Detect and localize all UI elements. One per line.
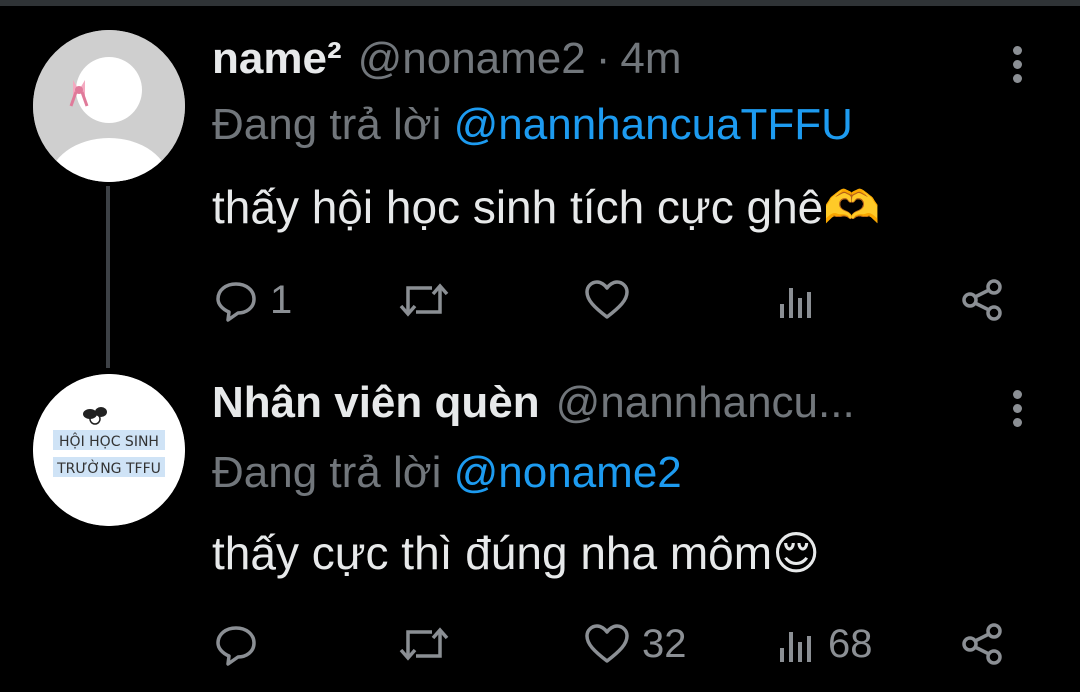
share-button[interactable] (960, 614, 1004, 674)
tweet-header: Nhân viên quèn @nannhancu... (212, 378, 855, 440)
replying-to-label: Đang trả lời (212, 448, 442, 497)
reply-button[interactable]: 1 (214, 270, 292, 330)
like-button[interactable]: 32 (584, 614, 687, 674)
replying-to-label: Đang trả lời (212, 100, 442, 149)
avatar[interactable] (33, 30, 185, 182)
separator-dot: · (595, 34, 611, 83)
retweet-button[interactable] (398, 270, 462, 330)
tweet-header: name² @noname2 · 4m (212, 34, 682, 96)
user-handle[interactable]: @nannhancu... (556, 378, 855, 428)
reply-button[interactable] (214, 614, 270, 674)
retweet-icon (399, 627, 449, 661)
like-button[interactable] (584, 270, 642, 330)
views-button[interactable]: 68 (776, 614, 873, 674)
display-name[interactable]: Nhân viên quèn (212, 378, 540, 428)
mention-link[interactable]: @noname2 (454, 448, 682, 497)
reply-icon (216, 626, 256, 666)
avatar[interactable]: HỘI HỌC SINH TRƯỜNG TFFU (33, 374, 185, 526)
replying-to: Đang trả lời @nannhancuaTFFU (212, 100, 853, 150)
reply-count: 1 (270, 277, 293, 322)
retweet-icon (399, 283, 449, 317)
retweet-button[interactable] (398, 614, 462, 674)
avatar-image: HỘI HỌC SINH TRƯỜNG TFFU (33, 374, 185, 526)
like-count: 32 (642, 621, 687, 666)
more-options-button[interactable] (1006, 390, 1028, 434)
share-icon (962, 623, 1002, 665)
like-icon (585, 624, 629, 663)
share-button[interactable] (960, 270, 1004, 330)
default-avatar-icon (33, 30, 185, 182)
display-name[interactable]: name² (212, 34, 342, 84)
share-icon (962, 279, 1002, 321)
relieved-face-emoji: 😌 (772, 527, 821, 579)
mention-link[interactable]: @nannhancuaTFFU (454, 100, 853, 149)
views-button[interactable] (776, 270, 828, 330)
tweet-1[interactable]: name² @noname2 · 4m Đang trả lời @nannha… (0, 0, 1080, 360)
tweet-text: thấy cực thì đúng nha môm😌 (212, 526, 820, 580)
tweet-2[interactable]: HỘI HỌC SINH TRƯỜNG TFFU Nhân viên quèn … (0, 360, 1080, 692)
views-icon (780, 632, 811, 662)
action-bar: 32 68 (0, 614, 1080, 674)
like-icon (585, 280, 629, 319)
thread-connector (106, 186, 110, 368)
timestamp[interactable]: 4m (620, 34, 681, 84)
action-bar: 1 (0, 270, 1080, 330)
avatar-text-line-2: TRƯỜNG TFFU (56, 459, 161, 477)
reply-icon (216, 282, 256, 322)
tweet-text: thấy hội học sinh tích cực ghê🫶 (212, 180, 881, 235)
replying-to: Đang trả lời @noname2 (212, 448, 682, 498)
tweet-text-content: thấy hội học sinh tích cực ghê (212, 181, 824, 233)
more-options-button[interactable] (1006, 46, 1028, 90)
user-handle[interactable]: @noname2 (358, 34, 586, 84)
views-icon (780, 288, 811, 318)
more-icon (1012, 390, 1022, 399)
avatar-text-line-1: HỘI HỌC SINH (59, 432, 159, 450)
views-count: 68 (828, 621, 873, 666)
more-icon (1012, 46, 1022, 55)
tweet-text-content: thấy cực thì đúng nha môm (212, 527, 773, 579)
heart-hands-emoji: 🫶 (823, 181, 881, 233)
